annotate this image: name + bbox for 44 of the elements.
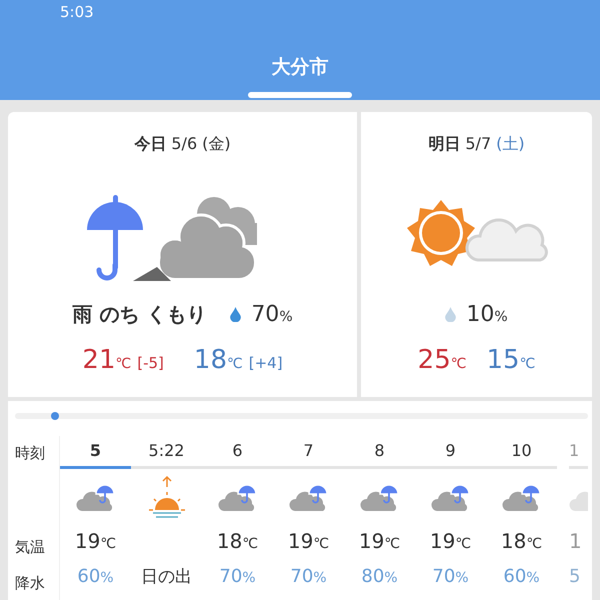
row-label: 気温	[15, 538, 46, 558]
hour-temp: 1	[569, 529, 582, 553]
day-weekday: (金)	[202, 134, 231, 155]
sunrise-label: 日の出	[141, 566, 192, 588]
precip-chance: 10%	[466, 302, 508, 326]
hour-temp: 19℃	[74, 529, 116, 553]
low-temp-diff: [+4]	[248, 354, 283, 372]
precip-chance: 70%	[251, 302, 293, 326]
time-slider[interactable]	[15, 413, 588, 419]
hour-temp: 19℃	[288, 529, 330, 553]
hour-precip: 70%	[290, 566, 327, 586]
hour-temp: 18℃	[500, 529, 542, 553]
day-date: 5/6	[171, 134, 198, 155]
sunrise-icon	[146, 475, 186, 521]
high-temp: 21℃	[82, 345, 132, 375]
hour-tab[interactable]: 9	[415, 436, 486, 469]
hour-precip: 80%	[361, 566, 398, 586]
row-label: 時刻	[15, 444, 46, 464]
hour-temp: 19℃	[430, 529, 472, 553]
hour-tab[interactable]: 5:22	[131, 436, 202, 469]
low-temp: 18℃	[194, 345, 243, 375]
status-time: 5:03	[60, 3, 94, 21]
day-date: 5/7	[465, 134, 492, 155]
day-weekday: (土)	[496, 134, 525, 155]
hour-precip: 70%	[432, 566, 469, 586]
hour-precip: 60%	[503, 566, 540, 586]
day-label: 今日	[134, 134, 166, 155]
hour-tab[interactable]: 7	[273, 436, 344, 469]
row-label: 降水	[15, 574, 46, 594]
day-label: 明日	[428, 134, 460, 155]
hour-tab[interactable]: 5	[60, 436, 131, 469]
high-temp: 25℃	[418, 345, 466, 375]
weather-text: 雨 のち くもり	[72, 300, 206, 328]
hour-temp: 18℃	[216, 529, 258, 553]
slider-thumb[interactable]	[51, 412, 60, 420]
hour-tab[interactable]: 8	[344, 436, 415, 469]
hour-temp: 19℃	[358, 529, 400, 553]
hour-tab[interactable]: 10	[486, 436, 557, 469]
hour-precip: 5	[569, 566, 580, 586]
hour-precip: 70%	[219, 566, 256, 586]
low-temp: 15℃	[486, 345, 536, 375]
high-temp-diff: [-5]	[137, 354, 164, 372]
hour-precip: 60%	[77, 566, 114, 586]
hour-tab[interactable]: 6	[202, 436, 273, 469]
